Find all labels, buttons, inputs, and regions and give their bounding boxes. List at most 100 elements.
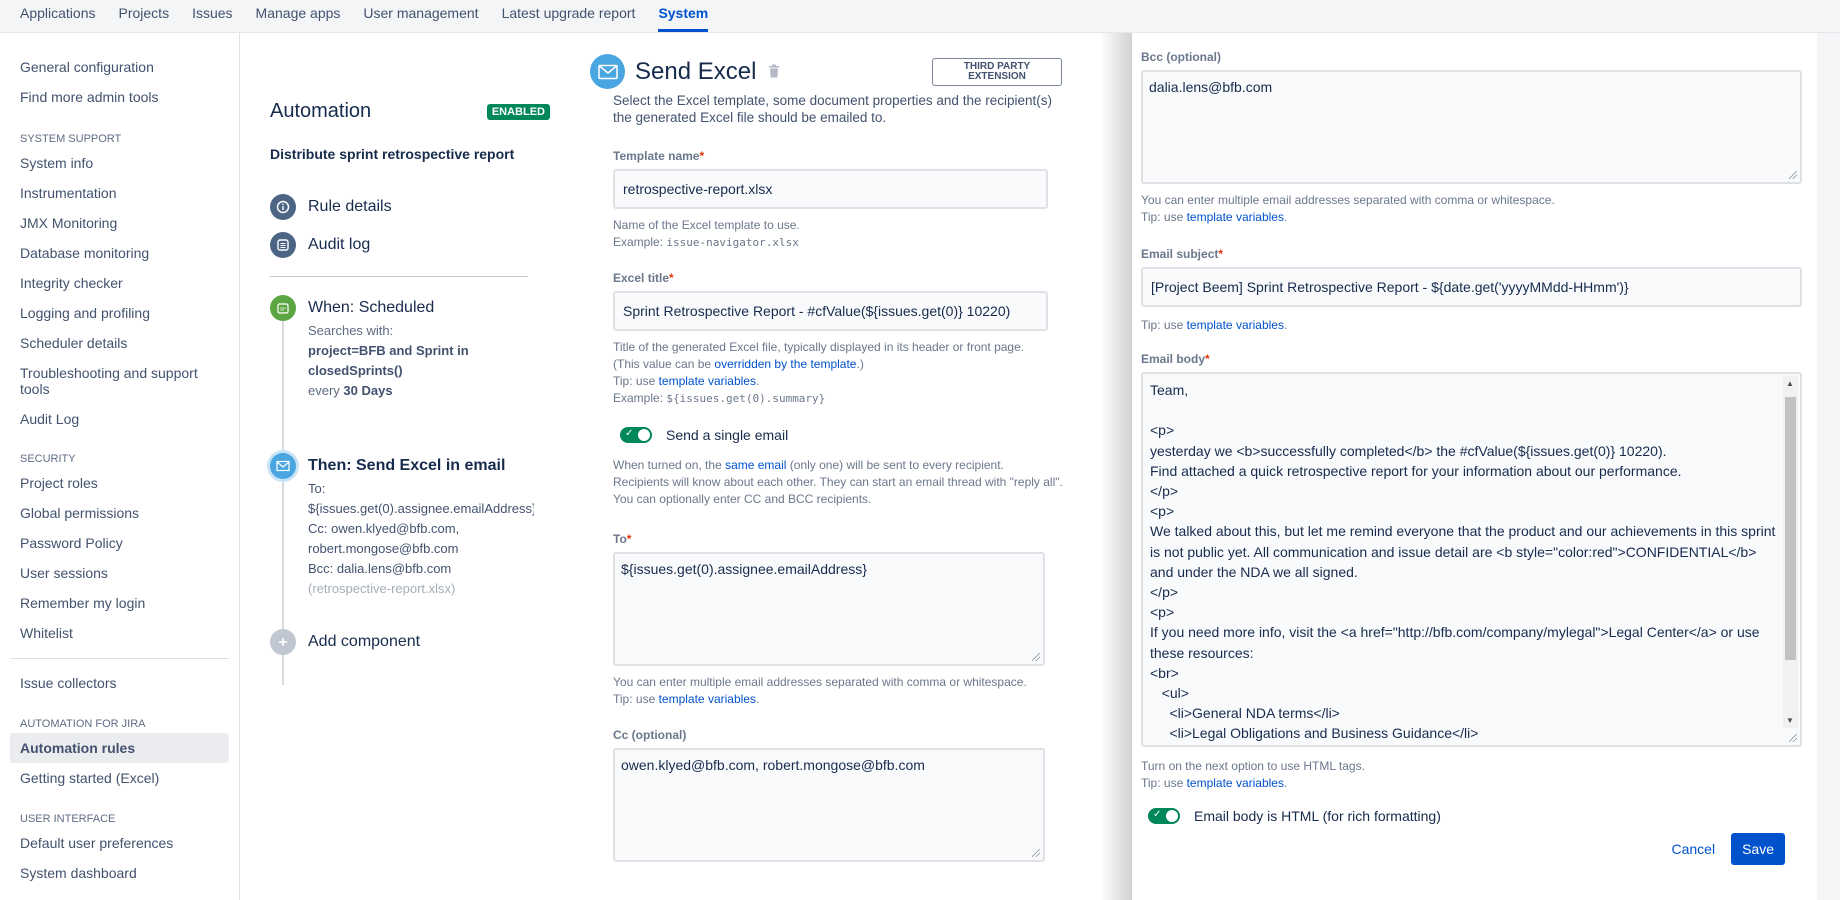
- resize-handle[interactable]: [1789, 171, 1797, 179]
- sidebar-item-getting-started-excel[interactable]: Getting started (Excel): [10, 763, 229, 793]
- email-body-value: Team, <p> yesterday we <b>successfully c…: [1150, 382, 1776, 742]
- help-text: Recipients will know about each other. T…: [613, 475, 1063, 489]
- sidebar-item-automation-rules[interactable]: Automation rules: [10, 733, 229, 763]
- divider: [270, 276, 528, 277]
- template-variables-link[interactable]: template variables: [1187, 318, 1284, 332]
- sidebar-divider: [10, 658, 229, 659]
- sidebar-item-password-policy[interactable]: Password Policy: [10, 528, 229, 558]
- email-settings-panel: Bcc (optional) dalia.lens@bfb.com You ca…: [1132, 42, 1817, 900]
- trigger-query: project=BFB and Sprint in closedSprints(…: [308, 343, 469, 378]
- single-email-row: ✓ Send a single email: [613, 427, 1110, 443]
- sidebar-item-logging-and-profiling[interactable]: Logging and profiling: [10, 298, 229, 328]
- sidebar-item-whitelist[interactable]: Whitelist: [10, 618, 229, 648]
- rule-name: Distribute sprint retrospective report: [270, 146, 515, 162]
- template-name-input[interactable]: retrospective-report.xlsx: [613, 169, 1048, 209]
- template-name-label: Template name*: [613, 149, 1110, 163]
- add-component-button[interactable]: Add component: [270, 629, 550, 655]
- help-text: Title of the generated Excel file, typic…: [613, 340, 1025, 354]
- email-body-textarea[interactable]: Team, <p> yesterday we <b>successfully c…: [1141, 372, 1802, 747]
- scroll-down-icon[interactable]: ▼: [1786, 716, 1794, 725]
- sidebar-item-scheduler-details[interactable]: Scheduler details: [10, 328, 229, 358]
- template-name-help: Name of the Excel template to use. Examp…: [613, 217, 1110, 251]
- sidebar-item-jmx-monitoring[interactable]: JMX Monitoring: [10, 208, 229, 238]
- cc-textarea[interactable]: owen.klyed@bfb.com, robert.mongose@bfb.c…: [613, 748, 1045, 862]
- cancel-button[interactable]: Cancel: [1671, 841, 1715, 857]
- html-body-toggle[interactable]: ✓: [1148, 808, 1180, 824]
- info-icon: [270, 194, 296, 220]
- required-marker: *: [669, 271, 674, 285]
- excel-title-input[interactable]: Sprint Retrospective Report - #cfValue($…: [613, 291, 1048, 331]
- sidebar-item-remember-my-login[interactable]: Remember my login: [10, 588, 229, 618]
- action-step[interactable]: Then: Send Excel in email To: ${issues.g…: [270, 453, 550, 599]
- trigger-step[interactable]: When: Scheduled Searches with: project=B…: [270, 295, 550, 401]
- sidebar-item-troubleshooting-and-support-tools[interactable]: Troubleshooting and support tools: [10, 358, 229, 404]
- single-email-toggle[interactable]: ✓: [620, 427, 652, 443]
- sidebar-item-project-roles[interactable]: Project roles: [10, 468, 229, 498]
- rule-details-link[interactable]: Rule details: [270, 194, 550, 220]
- body-help: Turn on the next option to use HTML tags…: [1141, 758, 1808, 792]
- sidebar-item-instrumentation[interactable]: Instrumentation: [10, 178, 229, 208]
- status-badge: ENABLED: [486, 103, 550, 120]
- sidebar-item-database-monitoring[interactable]: Database monitoring: [10, 238, 229, 268]
- editor-description: Select the Excel template, some document…: [613, 93, 1052, 125]
- scroll-up-icon[interactable]: ▲: [1786, 379, 1794, 388]
- action-template-line: (retrospective-report.xlsx): [308, 581, 456, 596]
- cc-label: Cc (optional): [613, 728, 687, 742]
- to-textarea[interactable]: ${issues.get(0).assignee.emailAddress}: [613, 552, 1045, 666]
- save-button[interactable]: Save: [1731, 833, 1785, 865]
- template-variables-link[interactable]: template variables: [659, 692, 756, 706]
- bcc-textarea[interactable]: dalia.lens@bfb.com: [1141, 70, 1802, 184]
- admin-sidebar: General configuration Find more admin too…: [0, 33, 240, 900]
- action-cc-line1: Cc: owen.klyed@bfb.com,: [308, 521, 460, 536]
- single-email-help: When turned on, the same email (only one…: [613, 457, 1110, 508]
- label-text: Email body: [1141, 352, 1206, 366]
- nav-tab-projects[interactable]: Projects: [119, 0, 170, 32]
- nav-tab-manage-apps[interactable]: Manage apps: [256, 0, 341, 32]
- template-variables-link[interactable]: template variables: [659, 374, 756, 388]
- sidebar-item-default-user-preferences[interactable]: Default user preferences: [10, 828, 229, 858]
- example-code: issue-navigator.xlsx: [666, 236, 799, 249]
- label-text: Template name: [613, 149, 700, 163]
- resize-handle[interactable]: [1032, 849, 1040, 857]
- rule-panel: Automation ENABLED Distribute sprint ret…: [270, 100, 550, 685]
- same-email-link[interactable]: same email: [725, 458, 786, 472]
- sidebar-heading-security: SECURITY: [20, 453, 76, 465]
- help-text: You can optionally enter CC and BCC reci…: [613, 492, 872, 506]
- example-code: ${issues.get(0).summary}: [666, 392, 826, 405]
- editor-title: Send Excel: [635, 57, 757, 85]
- sidebar-item-user-sessions[interactable]: User sessions: [10, 558, 229, 588]
- label-text: To: [613, 532, 627, 546]
- email-icon: [590, 54, 625, 89]
- resize-handle[interactable]: [1032, 653, 1040, 661]
- nav-tab-applications[interactable]: Applications: [20, 0, 96, 32]
- badge-line1: THIRD PARTY: [963, 60, 1031, 72]
- nav-tab-user-management[interactable]: User management: [363, 0, 478, 32]
- scrollbar-thumb[interactable]: [1785, 397, 1796, 660]
- trash-icon[interactable]: [768, 64, 780, 83]
- help-text: You can enter multiple email addresses s…: [1141, 193, 1555, 207]
- resize-handle[interactable]: [1789, 734, 1797, 742]
- nav-tab-issues[interactable]: Issues: [192, 0, 232, 32]
- help-prefix: When turned on, the: [613, 458, 726, 472]
- overridden-by-template-link[interactable]: overridden by the template: [714, 357, 856, 371]
- sidebar-item-general-configuration[interactable]: General configuration: [10, 52, 229, 82]
- sidebar-item-audit-log[interactable]: Audit Log: [10, 404, 229, 434]
- template-variables-link[interactable]: template variables: [1187, 210, 1284, 224]
- nav-tab-latest-upgrade-report[interactable]: Latest upgrade report: [502, 0, 636, 32]
- email-subject-input[interactable]: [Project Beem] Sprint Retrospective Repo…: [1141, 267, 1802, 307]
- nav-tab-system[interactable]: System: [658, 0, 709, 32]
- sidebar-item-global-permissions[interactable]: Global permissions: [10, 498, 229, 528]
- tip-suffix: .: [1283, 210, 1288, 224]
- help-text: You can enter multiple email addresses s…: [613, 675, 1027, 689]
- html-body-row: ✓ Email body is HTML (for rich formattin…: [1141, 808, 1808, 824]
- sidebar-item-find-more-admin-tools[interactable]: Find more admin tools: [10, 82, 229, 112]
- email-body-scrollbar[interactable]: ▲ ▼: [1783, 376, 1798, 728]
- sidebar-item-system-dashboard[interactable]: System dashboard: [10, 858, 229, 888]
- subject-help: Tip: use template variables.: [1141, 317, 1808, 334]
- sidebar-item-system-info[interactable]: System info: [10, 148, 229, 178]
- sidebar-item-integrity-checker[interactable]: Integrity checker: [10, 268, 229, 298]
- form-actions: Cancel Save: [1141, 833, 1808, 865]
- sidebar-item-issue-collectors[interactable]: Issue collectors: [10, 668, 229, 698]
- template-variables-link[interactable]: template variables: [1187, 776, 1284, 790]
- audit-log-link[interactable]: Audit log: [270, 232, 550, 258]
